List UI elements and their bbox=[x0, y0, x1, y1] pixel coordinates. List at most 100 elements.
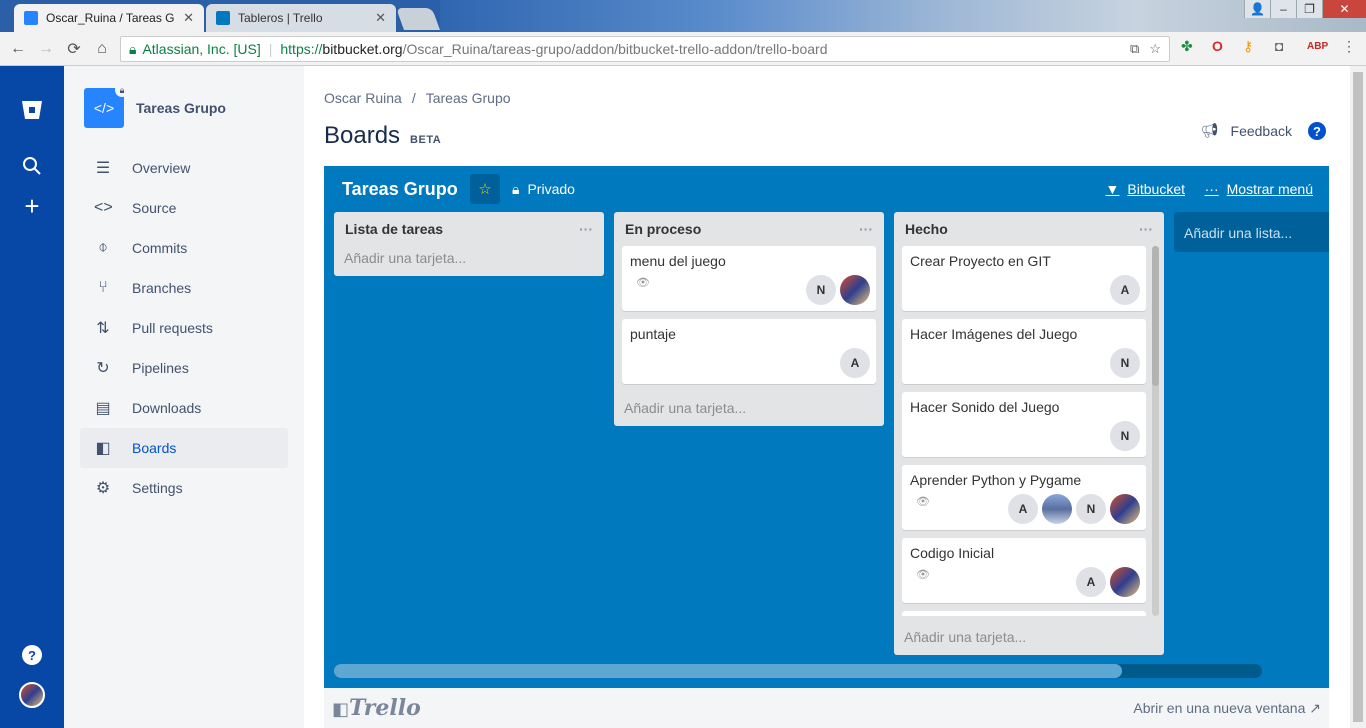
breadcrumb-owner[interactable]: Oscar Ruina bbox=[324, 90, 402, 106]
user-icon[interactable]: 👤 bbox=[1244, 0, 1270, 18]
open-new-window-link[interactable]: Abrir en una nueva ventana ↗ bbox=[1133, 700, 1321, 717]
certificate-org[interactable]: Atlassian, Inc. [US] bbox=[142, 41, 260, 57]
sidebar-item-source[interactable]: <> Source bbox=[80, 188, 288, 228]
page-scrollbar-thumb[interactable] bbox=[1353, 72, 1363, 722]
card-members: N bbox=[1110, 421, 1140, 451]
list-scrollbar-thumb[interactable] bbox=[1152, 246, 1159, 386]
breadcrumb-repo[interactable]: Tareas Grupo bbox=[426, 90, 511, 106]
show-menu-button[interactable]: ··· Mostrar menú bbox=[1205, 181, 1313, 197]
card[interactable]: Hacer Sonido del Juego N bbox=[902, 392, 1146, 457]
forward-button[interactable]: → bbox=[32, 40, 60, 58]
repo-header[interactable]: </> 🔒︎ Tareas Grupo bbox=[84, 83, 226, 128]
maximize-button[interactable]: ❐ bbox=[1296, 0, 1322, 18]
puzzle-icon[interactable]: ✤ bbox=[1181, 38, 1193, 55]
card[interactable]: menu del juego 👁︎ N bbox=[622, 246, 876, 311]
list-menu-icon[interactable]: ··· bbox=[859, 221, 873, 237]
feedback-button[interactable]: 📢︎ Feedback bbox=[1201, 122, 1292, 139]
sidebar-item-settings[interactable]: ⚙ Settings bbox=[80, 468, 288, 508]
home-button[interactable]: ⌂ bbox=[88, 40, 116, 58]
address-bar[interactable]: 🔒︎ Atlassian, Inc. [US] | https:// bitbu… bbox=[120, 36, 1170, 62]
card[interactable]: Aprender Python y Pygame 👁︎ A N bbox=[902, 465, 1146, 530]
sidebar-item-pipelines[interactable]: ↻ Pipelines bbox=[80, 348, 288, 388]
member-avatar[interactable]: A bbox=[1076, 567, 1106, 597]
member-avatar[interactable]: N bbox=[1110, 348, 1140, 378]
user-avatar[interactable] bbox=[16, 679, 48, 711]
translate-icon[interactable]: ⧉ bbox=[1130, 41, 1139, 57]
bag-icon[interactable]: ◘ bbox=[1275, 38, 1283, 54]
external-link-icon: ↗ bbox=[1309, 699, 1321, 716]
list-menu-icon[interactable]: ··· bbox=[1139, 221, 1153, 237]
tab-trello[interactable]: Tableros | Trello ✕ bbox=[206, 4, 396, 32]
card-members: A bbox=[840, 348, 870, 378]
list-header[interactable]: En proceso ··· bbox=[614, 212, 884, 246]
member-avatar-image[interactable] bbox=[1042, 494, 1072, 524]
tab-close-icon[interactable]: ✕ bbox=[183, 10, 194, 26]
add-card-button[interactable]: Añadir una tarjeta... bbox=[614, 392, 884, 426]
card-title: puntaje bbox=[630, 326, 676, 342]
help-icon[interactable]: ? bbox=[16, 639, 48, 671]
tab-bitbucket[interactable]: Oscar_Ruina / Tareas Gru ✕ bbox=[14, 4, 204, 32]
help-button[interactable]: ? bbox=[1308, 122, 1326, 140]
new-tab-button[interactable] bbox=[395, 8, 441, 30]
reload-button[interactable]: ⟳ bbox=[60, 39, 88, 59]
avatar-image bbox=[19, 682, 45, 708]
list-menu-icon[interactable]: ··· bbox=[579, 221, 593, 237]
adblock-icon[interactable]: ABP bbox=[1307, 41, 1328, 52]
sidebar-item-label: Boards bbox=[132, 440, 177, 456]
key-icon[interactable]: ⚷ bbox=[1243, 38, 1253, 55]
list-header[interactable]: Hecho ··· bbox=[894, 212, 1164, 246]
bitbucket-logo-icon[interactable] bbox=[16, 94, 48, 126]
sidebar-item-branches[interactable]: ⑂ Branches bbox=[80, 268, 288, 308]
card[interactable]: puntaje A bbox=[622, 319, 876, 384]
trello-logo-text: Trello bbox=[349, 695, 421, 721]
bitbucket-favicon-icon bbox=[24, 11, 38, 25]
bitbucket-link[interactable]: ▼ Bitbucket bbox=[1106, 181, 1185, 197]
member-avatar-image[interactable] bbox=[1110, 494, 1140, 524]
omnibox-actions: ⧉ ☆ bbox=[1130, 41, 1161, 57]
create-icon[interactable]: + bbox=[16, 190, 48, 222]
card[interactable]: Hacer Imágenes del Juego N bbox=[902, 319, 1146, 384]
page-scrollbar[interactable] bbox=[1350, 66, 1366, 728]
open-new-window-label: Abrir en una nueva ventana bbox=[1133, 699, 1306, 716]
card[interactable]: Codigo Inicial 👁︎ A bbox=[902, 538, 1146, 603]
member-avatar[interactable]: A bbox=[840, 348, 870, 378]
tab-close-icon[interactable]: ✕ bbox=[375, 10, 386, 26]
card[interactable]: Crear Proyecto en GIT A bbox=[902, 246, 1146, 311]
sidebar-item-pull-requests[interactable]: ⇅ Pull requests bbox=[80, 308, 288, 348]
minimize-button[interactable]: – bbox=[1270, 0, 1296, 18]
list-scrollbar[interactable] bbox=[1152, 246, 1159, 616]
member-avatar[interactable]: A bbox=[1008, 494, 1038, 524]
sidebar-item-label: Commits bbox=[132, 240, 188, 256]
member-avatar[interactable]: A bbox=[1110, 275, 1140, 305]
more-icon[interactable]: ⋮ bbox=[1342, 38, 1356, 55]
member-avatar-image[interactable] bbox=[840, 275, 870, 305]
sidebar-item-downloads[interactable]: ▤ Downloads bbox=[80, 388, 288, 428]
privacy-label: Privado bbox=[527, 181, 575, 197]
add-card-button[interactable]: Añadir una tarjeta... bbox=[894, 619, 1036, 655]
search-icon[interactable] bbox=[16, 150, 48, 182]
member-avatar[interactable]: N bbox=[1076, 494, 1106, 524]
sidebar-item-boards[interactable]: ◧ Boards bbox=[80, 428, 288, 468]
back-button[interactable]: ← bbox=[4, 40, 32, 58]
board-title[interactable]: Tareas Grupo bbox=[342, 179, 458, 200]
add-card-button[interactable]: Añadir una tarjeta... bbox=[334, 246, 604, 276]
board-horizontal-scrollbar[interactable] bbox=[334, 664, 1262, 678]
star-icon[interactable]: ☆ bbox=[470, 174, 500, 204]
repo-avatar: </> 🔒︎ bbox=[84, 83, 129, 128]
sidebar-item-overview[interactable]: ☰ Overview bbox=[80, 148, 288, 188]
member-avatar[interactable]: N bbox=[806, 275, 836, 305]
list-header[interactable]: Lista de tareas ··· bbox=[334, 212, 604, 246]
bookmark-star-icon[interactable]: ☆ bbox=[1149, 41, 1161, 57]
privacy-button[interactable]: 🔒︎ Privado bbox=[512, 181, 575, 198]
sidebar-item-label: Pull requests bbox=[132, 320, 213, 336]
member-avatar-image[interactable] bbox=[1110, 567, 1140, 597]
browser-theme-background bbox=[440, 0, 1366, 32]
sidebar-item-commits[interactable]: ⌽ Commits bbox=[80, 228, 288, 268]
close-window-button[interactable]: ✕ bbox=[1322, 0, 1366, 18]
member-avatar[interactable]: N bbox=[1110, 421, 1140, 451]
board-scrollbar-thumb[interactable] bbox=[334, 664, 1122, 678]
pull-request-icon: ⇅ bbox=[96, 320, 110, 337]
opera-icon[interactable]: O bbox=[1212, 38, 1223, 54]
card[interactable] bbox=[902, 611, 1146, 616]
add-list-button[interactable]: Añadir una lista... bbox=[1174, 212, 1329, 252]
